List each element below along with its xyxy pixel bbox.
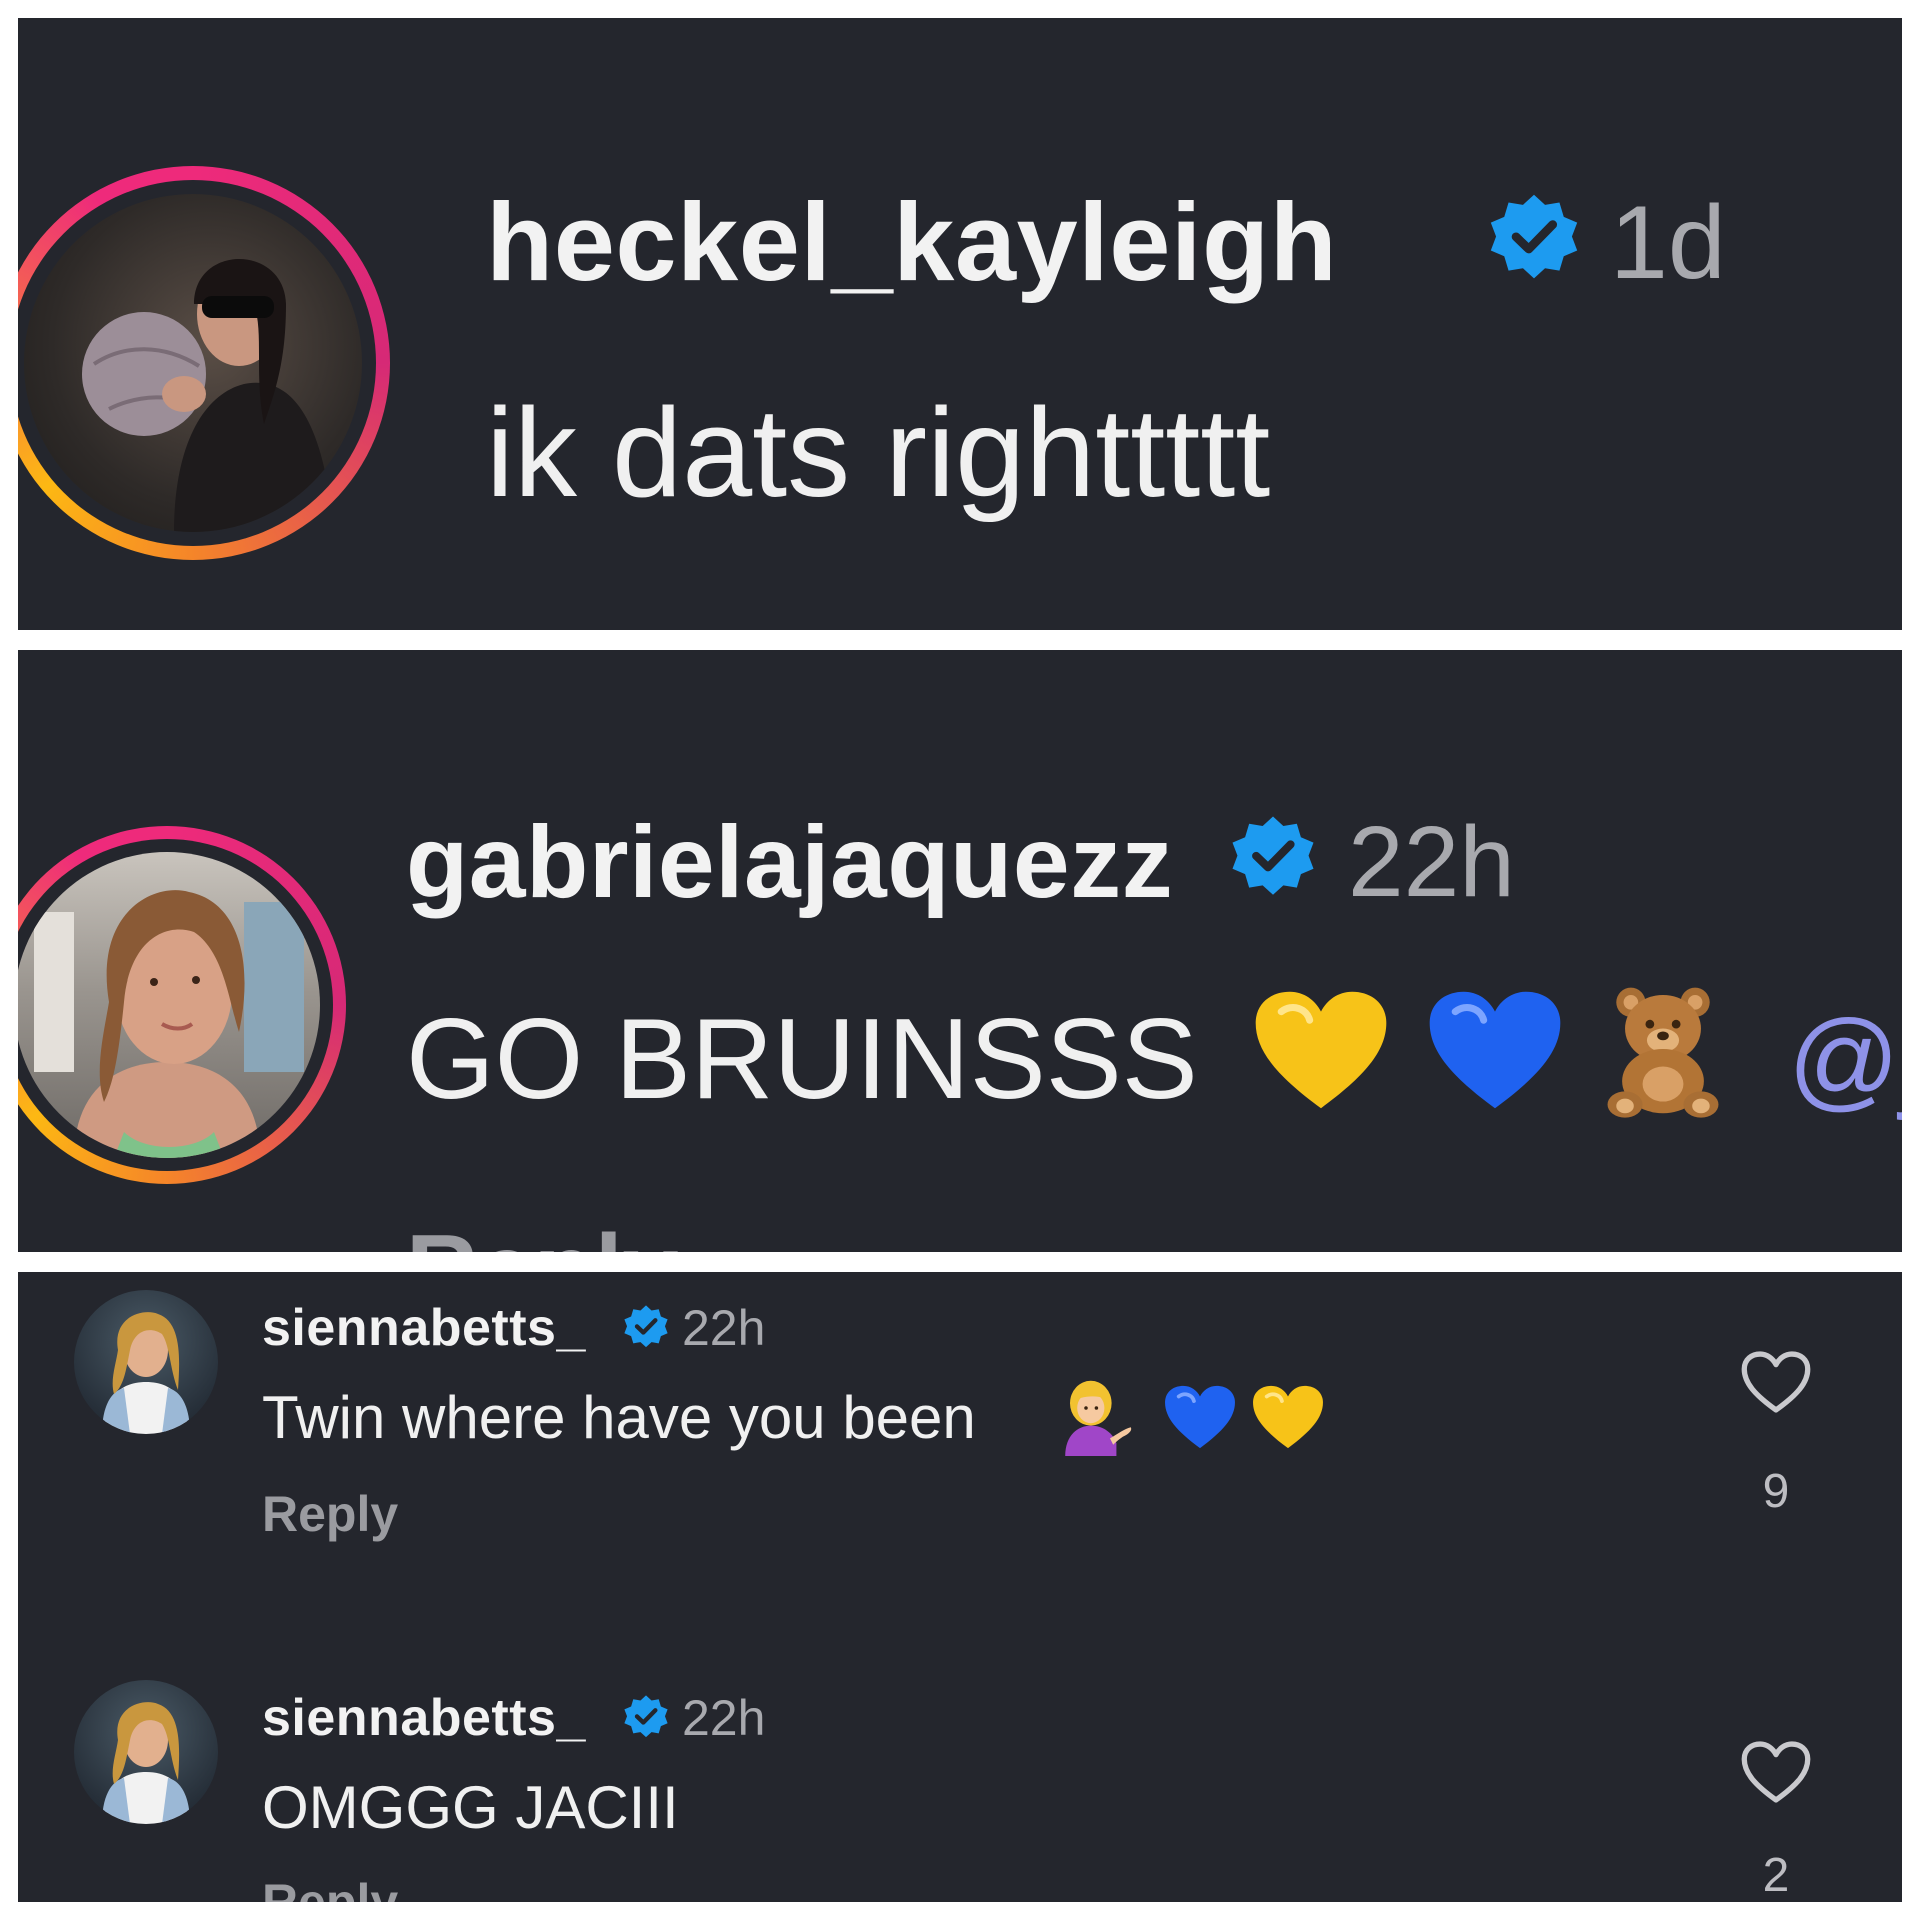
blue-heart-icon xyxy=(1424,984,1566,1116)
comment-timestamp: 22h xyxy=(1348,806,1515,918)
blue-heart-icon xyxy=(1162,1382,1238,1452)
woman-tipping-hand-icon xyxy=(1054,1376,1134,1456)
verified-badge-icon xyxy=(1486,190,1582,286)
comment-timestamp: 22h xyxy=(682,1300,766,1356)
yellow-heart-icon xyxy=(1250,984,1392,1116)
comment-panel-2: gabrielajaquezz 22h GO BRUINSSS @j Reply xyxy=(18,650,1902,1252)
comment-timestamp: 1d xyxy=(1610,185,1726,301)
avatar[interactable] xyxy=(74,1680,218,1824)
like-heart-icon[interactable] xyxy=(1738,1348,1814,1416)
like-count: 2 xyxy=(1762,1849,1790,1902)
teddy-bear-icon xyxy=(1590,976,1736,1122)
comment-username[interactable]: heckel_kayleigh xyxy=(486,178,1337,308)
comment-panel-1: heckel_kayleigh 1d ik dats righttttt Rep… xyxy=(18,18,1902,630)
verified-badge-icon xyxy=(1228,812,1318,902)
avatar[interactable] xyxy=(74,1290,218,1434)
yellow-heart-icon xyxy=(1250,1382,1326,1452)
avatar-image xyxy=(34,890,304,1158)
comment-username[interactable]: siennabetts_ xyxy=(262,1296,586,1360)
verified-badge-icon xyxy=(622,1303,670,1351)
comment-text: OMGGG JACIII xyxy=(262,1774,679,1841)
reply-button[interactable]: Reply xyxy=(406,1210,678,1252)
avatar-image xyxy=(82,259,334,532)
reply-button[interactable]: Reply xyxy=(486,608,786,630)
verified-badge-icon xyxy=(622,1693,670,1741)
comment-username[interactable]: siennabetts_ xyxy=(262,1686,586,1750)
reply-button[interactable]: Reply xyxy=(262,1484,398,1544)
comment-username[interactable]: gabrielajaquezz xyxy=(406,800,1173,924)
comment-text: Twin where have you been xyxy=(262,1384,976,1451)
avatar[interactable] xyxy=(18,852,320,1158)
comment-timestamp: 22h xyxy=(682,1690,766,1746)
avatar-image xyxy=(102,1702,190,1824)
like-count: 9 xyxy=(1762,1465,1790,1518)
mention-link[interactable]: @j xyxy=(1788,990,1902,1130)
comment-text: GO BRUINSSS xyxy=(406,996,1198,1123)
reply-button[interactable]: Reply xyxy=(262,1872,398,1902)
comment-panel-3: siennabetts_ 22h Twin where have you bee… xyxy=(18,1272,1902,1902)
comment-text: ik dats righttttt xyxy=(486,382,1271,523)
avatar-image xyxy=(102,1312,190,1434)
like-heart-icon[interactable] xyxy=(1738,1738,1814,1806)
avatar[interactable] xyxy=(24,194,362,532)
